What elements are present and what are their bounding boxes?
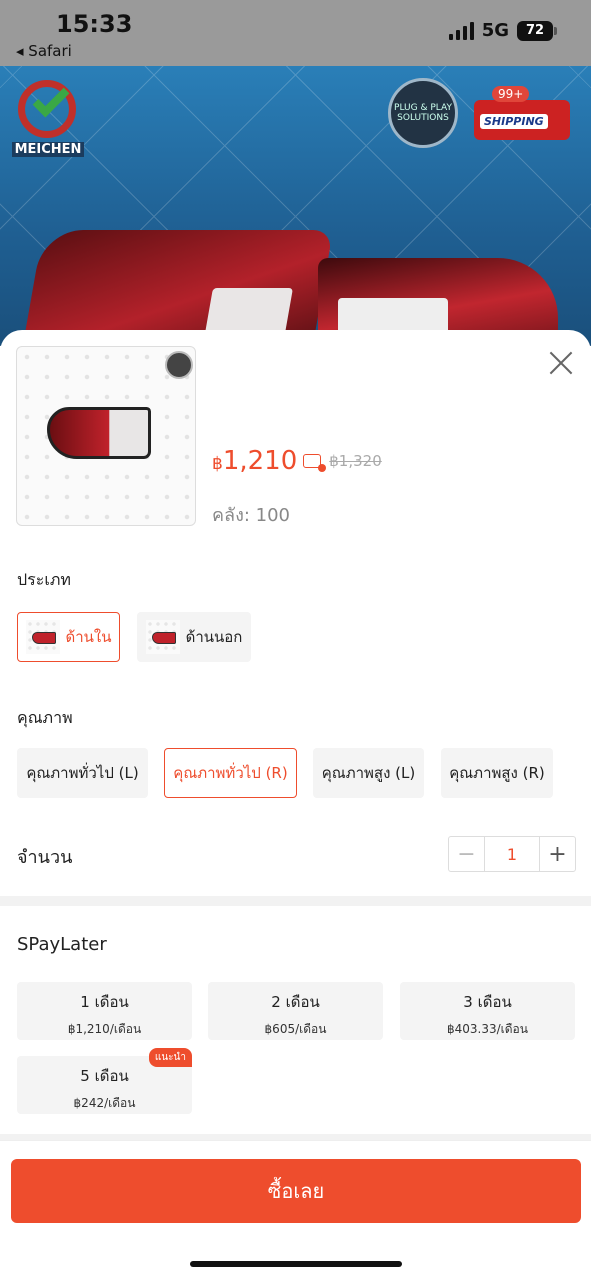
option-thumbnail-icon (25, 620, 60, 654)
signal-icon (448, 21, 474, 40)
quality-option-standard-right[interactable]: คุณภาพทั่วไป (R) (164, 748, 297, 798)
quantity-input[interactable]: 1 (484, 837, 540, 871)
type-option-outer[interactable]: ด้านนอก (137, 612, 251, 662)
zoom-icon[interactable] (165, 351, 193, 379)
type-label: ประเภท (17, 570, 71, 589)
recommended-badge: แนะนำ (148, 1048, 192, 1067)
price-row: ฿1,210 ฿1,320 (212, 446, 382, 476)
coin-icon (303, 454, 327, 472)
plug-and-play-badge: PLUG & PLAY SOLUTIONS (388, 78, 458, 148)
tail-lamp-image (16, 230, 334, 346)
spaylater-title: SPayLater (17, 934, 107, 955)
section-divider (0, 896, 591, 906)
footer-bar: ซื้อเลย (0, 1140, 591, 1280)
meichen-logo: MEICHEN (12, 80, 84, 162)
decrease-quantity-button[interactable]: − (449, 837, 484, 871)
status-bar: 15:33 ◂ Safari 5G 72 (0, 0, 591, 66)
original-price: ฿1,320 (329, 452, 382, 470)
quality-option-high-left[interactable]: คุณภาพสูง (L) (313, 748, 424, 798)
status-time: 15:33 (56, 10, 133, 38)
plan-price: ฿1,210/เดือน (67, 1022, 142, 1036)
product-hero-image[interactable]: MEICHEN PLUG & PLAY SOLUTIONS SHIPPING 9… (0, 66, 591, 346)
increase-quantity-button[interactable]: + (540, 837, 575, 871)
shipping-badge-label: SHIPPING (480, 114, 548, 129)
quantity-label: จำนวน (17, 847, 73, 868)
product-thumbnail[interactable] (16, 346, 196, 526)
spaylater-plan-5-months[interactable]: แนะนำ 5 เดือน ฿242/เดือน (17, 1048, 192, 1114)
type-option-inner[interactable]: ด้านใน (17, 612, 120, 662)
plan-price: ฿403.33/เดือน (447, 1022, 528, 1036)
shipping-badge: SHIPPING 99+ (470, 86, 580, 144)
type-option-label: ด้านนอก (185, 628, 243, 646)
plan-price: ฿242/เดือน (73, 1096, 136, 1110)
network-type: 5G (481, 20, 509, 41)
quality-option-standard-left[interactable]: คุณภาพทั่วไป (L) (17, 748, 148, 798)
quality-option-high-right[interactable]: คุณภาพสูง (R) (441, 748, 553, 798)
home-indicator (190, 1261, 402, 1267)
plan-months: 5 เดือน (80, 1067, 129, 1085)
spaylater-plan-1-month[interactable]: 1 เดือน ฿1,210/เดือน (17, 982, 192, 1040)
plan-months: 1 เดือน (80, 993, 129, 1011)
stock-count: คลัง: 100 (212, 505, 291, 526)
close-icon[interactable] (546, 348, 576, 378)
quality-label: คุณภาพ (17, 708, 73, 727)
battery-icon: 72 (517, 20, 557, 41)
buy-now-button[interactable]: ซื้อเลย (11, 1159, 581, 1223)
product-variant-screen: 15:33 ◂ Safari 5G 72 MEICHEN PLUG & PLAY… (0, 0, 591, 1280)
type-option-label: ด้านใน (65, 628, 112, 646)
spaylater-plan-3-months[interactable]: 3 เดือน ฿403.33/เดือน (400, 982, 575, 1040)
brand-name: MEICHEN (12, 142, 84, 157)
quantity-stepper: − 1 + (448, 836, 576, 872)
current-price: ฿1,210 (212, 446, 298, 476)
back-to-safari-link[interactable]: ◂ Safari (16, 42, 72, 60)
shipping-count: 99+ (492, 86, 530, 102)
tail-lamp-thumbnail (47, 407, 151, 459)
option-thumbnail-icon (145, 620, 180, 654)
plan-months: 2 เดือน (271, 993, 320, 1011)
plan-months: 3 เดือน (463, 993, 512, 1011)
variant-bottom-sheet: ฿1,210 ฿1,320 คลัง: 100 ประเภท ด้านใน ด้… (0, 330, 591, 1280)
plan-price: ฿605/เดือน (264, 1022, 327, 1036)
status-indicators: 5G 72 (448, 20, 557, 41)
spaylater-plan-2-months[interactable]: 2 เดือน ฿605/เดือน (208, 982, 383, 1040)
